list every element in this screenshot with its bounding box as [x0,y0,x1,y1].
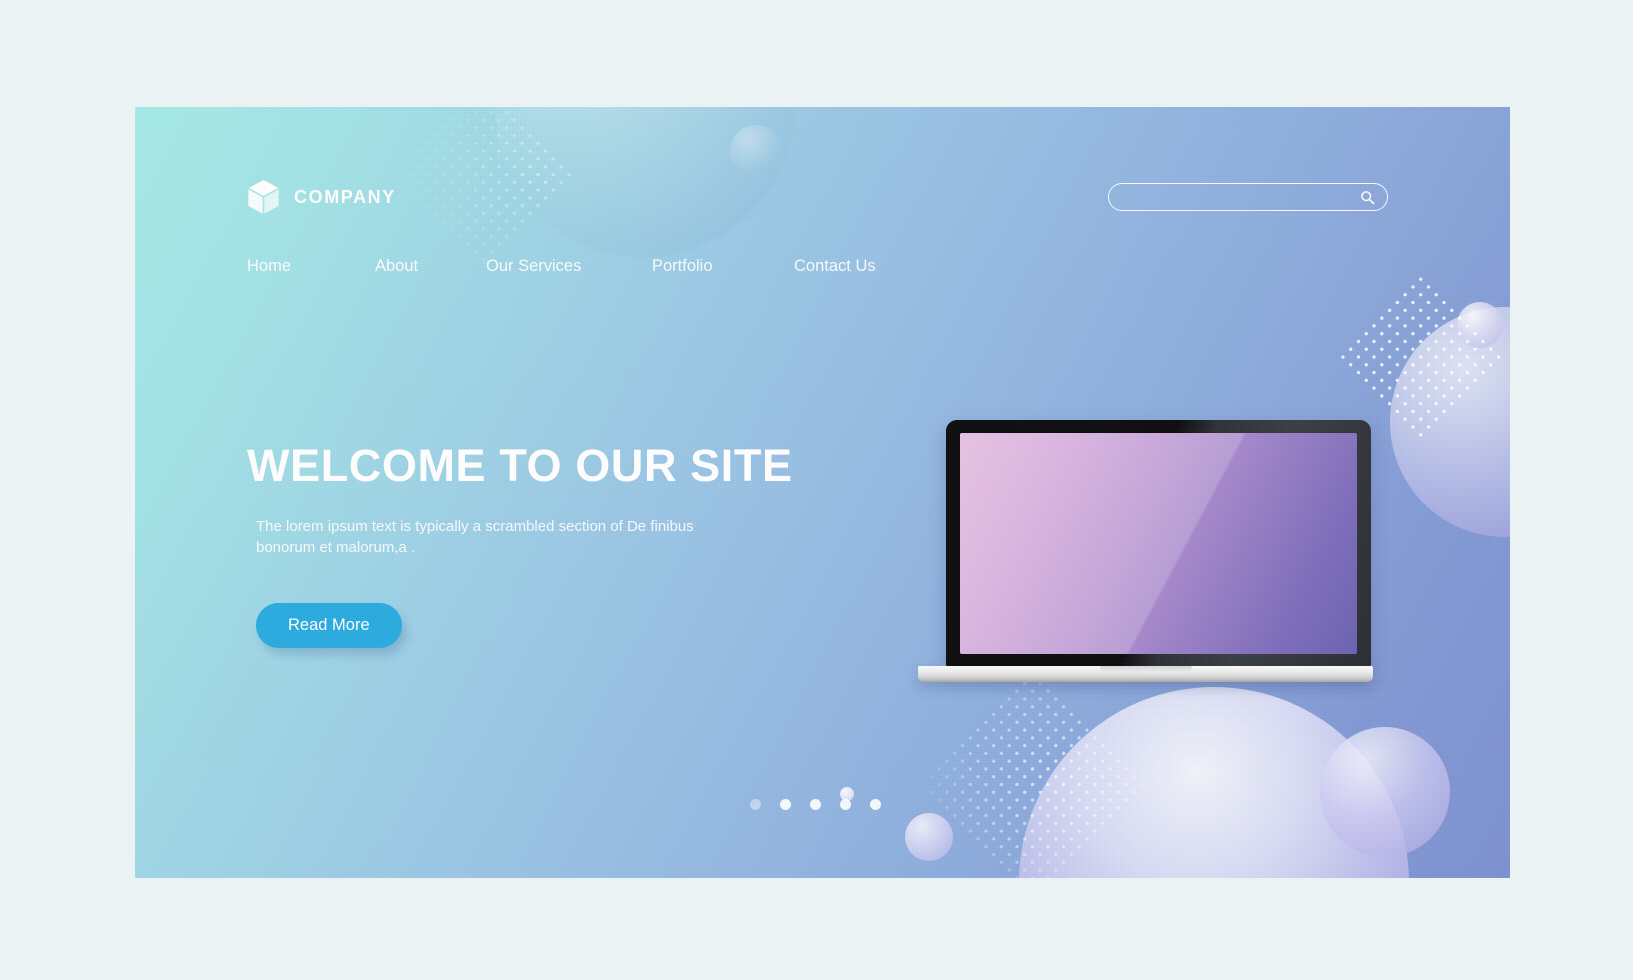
search-icon[interactable] [1355,185,1379,209]
hero-title: WELCOME TO OUR SITE [247,440,793,491]
laptop-illustration [918,420,1373,690]
decorative-sphere-bottom-large [1019,687,1409,878]
nav-item-our-services[interactable]: Our Services [486,257,652,276]
search-bar[interactable] [1108,183,1388,211]
carousel-dot-5[interactable] [870,799,881,810]
nav-item-contact-us[interactable]: Contact Us [794,257,876,276]
main-navigation: Home About Our Services Portfolio Contac… [247,257,876,276]
laptop-screen-gloss [960,433,1357,654]
carousel-dot-2[interactable] [780,799,791,810]
carousel-dot-4[interactable] [840,799,851,810]
read-more-button[interactable]: Read More [256,603,402,649]
carousel-dot-1[interactable] [750,799,761,810]
hero-banner: COMPANY Home About Our Services Portfoli… [135,107,1510,878]
nav-item-about[interactable]: About [375,257,486,276]
logo[interactable]: COMPANY [247,179,396,215]
laptop-lid [946,420,1371,668]
site-header: COMPANY [135,107,1510,307]
carousel-dot-3[interactable] [810,799,821,810]
decorative-sphere-right-small [1457,302,1503,348]
decorative-sphere-bottom-right [1320,727,1450,857]
laptop-notch [1099,666,1192,673]
decorative-sphere-right [1390,307,1510,537]
logo-text: COMPANY [294,186,396,207]
carousel-pagination [750,799,881,810]
decorative-sphere-bottom-small [905,813,953,861]
laptop-screen [960,433,1357,654]
search-input[interactable] [1109,184,1355,210]
hero-content: WELCOME TO OUR SITE The lorem ipsum text… [247,440,793,649]
decorative-dot-grid-bottom [915,667,1150,878]
hero-subtitle: The lorem ipsum text is typically a scra… [256,517,694,556]
nav-item-portfolio[interactable]: Portfolio [652,257,794,276]
cube-icon [247,179,280,215]
nav-item-home[interactable]: Home [247,257,375,276]
